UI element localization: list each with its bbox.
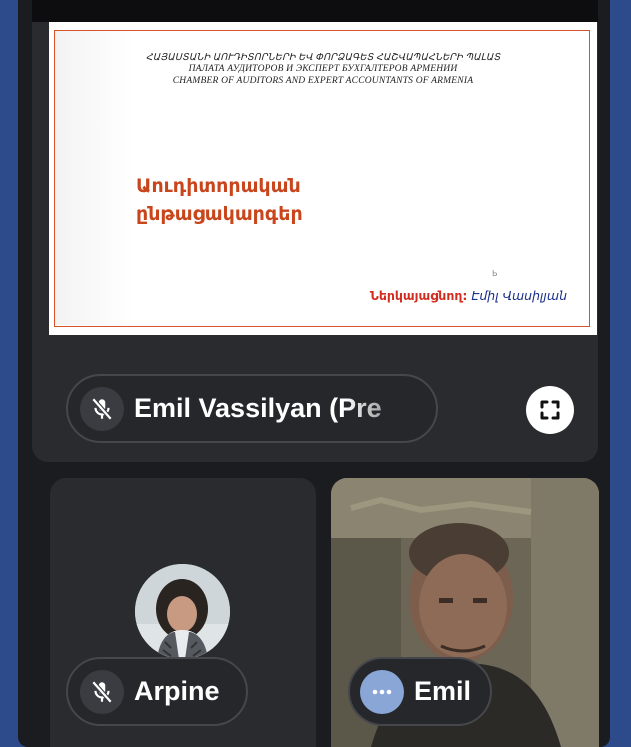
participant-name: Emil bbox=[414, 676, 472, 706]
participant-pill-arpine[interactable]: Arpine bbox=[66, 657, 248, 726]
cursor-mark: Ь bbox=[492, 269, 498, 278]
participant-pill-emil[interactable]: Emil bbox=[348, 657, 492, 726]
slide-header-english: CHAMBER OF AUDITORS AND EXPERT ACCOUNTAN… bbox=[172, 76, 474, 86]
presenter-name: Էմիլ Վասիլյան bbox=[471, 288, 567, 303]
share-name-pill[interactable]: Emil Vassilyan (Pre bbox=[66, 374, 438, 443]
slide-title-line2: ընթացակարգեր bbox=[136, 203, 303, 225]
presentation-slide: ՀԱՅԱՍՏԱՆԻ ԱՈՒԴԻՏՈՐՆԵՐԻ ԵՎ ՓՈՐՁԱԳԵՏ ՀԱՇՎԱ… bbox=[49, 22, 597, 335]
participant-name: Arpine bbox=[134, 676, 220, 706]
sharer-name: Emil Vassilyan (Pre bbox=[134, 393, 382, 423]
slide-title: Աուդիտորական ընթացակարգեր bbox=[136, 172, 436, 228]
slide-presenter: Ներկայացնող: Էմիլ Վասիլյան bbox=[370, 288, 567, 303]
mic-off-icon bbox=[80, 386, 124, 431]
avatar bbox=[135, 564, 230, 659]
slide-header-russian: ПАЛАТА АУДИТОРОВ И ЭКСПЕРТ БУХГАЛТЕРОВ А… bbox=[188, 64, 458, 74]
slide-header-armenian: ՀԱՅԱՍՏԱՆԻ ԱՈՒԴԻՏՈՐՆԵՐԻ ԵՎ ՓՈՐՁԱԳԵՏ ՀԱՇՎԱ… bbox=[145, 53, 501, 63]
presenter-label: Ներկայացնող: bbox=[369, 288, 468, 303]
fullscreen-button[interactable] bbox=[519, 385, 581, 435]
slide-title-line1: Աուդիտորական bbox=[136, 175, 301, 197]
share-top-bar bbox=[32, 0, 598, 22]
mic-off-icon bbox=[80, 669, 124, 714]
more-options-icon[interactable] bbox=[360, 669, 404, 714]
fullscreen-icon bbox=[526, 386, 574, 434]
